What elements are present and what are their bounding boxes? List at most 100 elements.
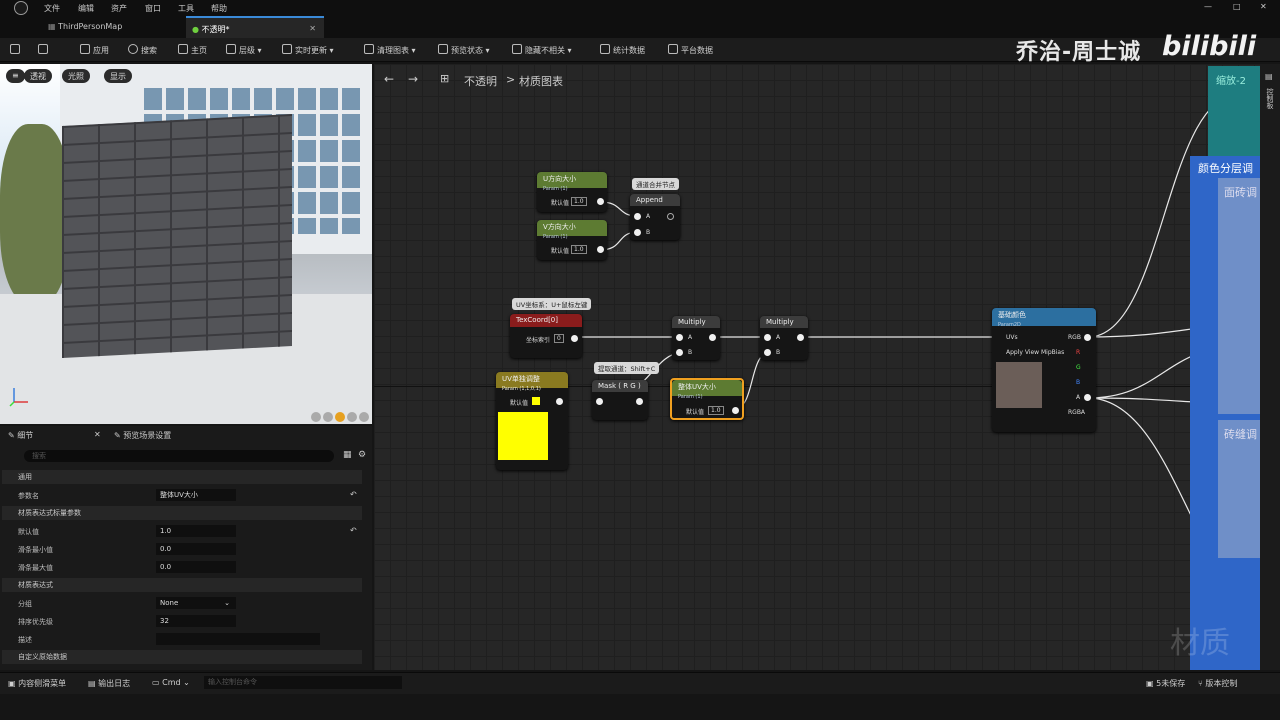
apply-button[interactable]: 应用 xyxy=(80,44,109,56)
clean-graph-button[interactable]: 清理图表 ▾ xyxy=(364,44,416,56)
comment-mask[interactable]: 提取通道：Shift+C xyxy=(594,362,660,374)
details-search-input[interactable]: 搜索 xyxy=(24,450,334,462)
comment-box-face[interactable]: 面砖调 xyxy=(1218,178,1260,414)
stats-button[interactable]: 统计数据 xyxy=(600,44,645,56)
lit-button[interactable]: 光照 xyxy=(62,69,90,83)
category-scalar-param[interactable]: 材质表达式标量参数 xyxy=(2,506,362,520)
viewport-menu-button[interactable]: ≡ xyxy=(6,69,25,83)
console-command-input[interactable]: 输入控制台命令 xyxy=(204,676,402,689)
hide-unrelated-button[interactable]: 隐藏不相关 ▾ xyxy=(512,44,572,56)
show-button[interactable]: 显示 xyxy=(104,69,132,83)
close-details-icon[interactable]: ✕ xyxy=(94,430,101,439)
node-texcoord[interactable]: TexCoord[0] 坐标索引 0 xyxy=(510,314,582,358)
output-pin[interactable] xyxy=(597,198,604,205)
tab-material[interactable]: ● 不透明* ✕ xyxy=(186,16,324,38)
node-overall-uv-scale[interactable]: 整体UV大小 Param (1) 默认值 1.0 xyxy=(670,378,744,420)
preview-state-button[interactable]: 预览状态 ▾ xyxy=(438,44,490,56)
minimize-button[interactable]: — xyxy=(1204,2,1212,11)
comment-title: 面砖调 xyxy=(1224,186,1257,199)
comment-box-color-layer[interactable]: 颜色分层调 面砖调 砖缝调 xyxy=(1190,156,1260,670)
node-value-field[interactable]: 1.0 xyxy=(571,245,587,254)
home-button[interactable]: 主页 xyxy=(178,44,207,56)
tab-third-person-map[interactable]: ▦ ThirdPersonMap xyxy=(48,16,180,38)
platform-stats-button[interactable]: 平台数据 xyxy=(668,44,713,56)
category-custom-data[interactable]: 自定义原始数据 xyxy=(2,650,362,664)
search-icon xyxy=(128,44,138,54)
save-icon[interactable] xyxy=(10,44,23,56)
search-button[interactable]: 搜索 xyxy=(128,44,157,56)
node-multiply-1[interactable]: Multiply A B xyxy=(672,316,720,360)
node-base-color[interactable]: 基础颜色 Param2D UVs Apply View MipBias RGB R… xyxy=(992,308,1096,432)
live-update-label: 实时更新 xyxy=(295,46,327,55)
description-field[interactable] xyxy=(156,633,320,645)
param-name-field[interactable]: 整体UV大小 xyxy=(156,489,236,501)
comment-append[interactable]: 通道合并节点 xyxy=(632,178,679,190)
hierarchy-button[interactable]: 层级 ▾ xyxy=(226,44,262,56)
output-pin[interactable] xyxy=(556,398,563,405)
category-general[interactable]: 通用 xyxy=(2,470,362,484)
output-pin[interactable] xyxy=(797,334,804,341)
close-tab-icon[interactable]: ✕ xyxy=(309,24,316,33)
table-view-icon[interactable]: ▦ xyxy=(343,450,352,460)
input-pin-a[interactable] xyxy=(676,334,683,341)
settings-gear-icon[interactable]: ⚙ xyxy=(358,450,366,460)
pin-label: B xyxy=(646,229,651,236)
output-pin[interactable] xyxy=(571,335,578,342)
menu-file[interactable]: 文件 xyxy=(44,3,60,14)
source-control-button[interactable]: ⑂ 版本控制 xyxy=(1198,678,1237,689)
tab-details[interactable]: ✎ 细节 xyxy=(8,430,33,441)
menu-window[interactable]: 窗口 xyxy=(145,3,161,14)
unsaved-button[interactable]: ▣ 5未保存 xyxy=(1146,678,1185,689)
menu-tools[interactable]: 工具 xyxy=(178,3,194,14)
comment-uv[interactable]: UV坐标系：U+鼠标左键 xyxy=(512,298,592,310)
input-pin[interactable] xyxy=(596,398,603,405)
reset-icon[interactable]: ↶ xyxy=(350,490,357,499)
input-pin-b[interactable] xyxy=(676,349,683,356)
output-pin-rgb[interactable] xyxy=(1084,334,1091,341)
output-pin[interactable] xyxy=(597,246,604,253)
reset-icon[interactable]: ↶ xyxy=(350,526,357,535)
output-pin[interactable] xyxy=(636,398,643,405)
output-log-button[interactable]: ▤ 输出日志 xyxy=(88,678,130,689)
input-pin-a[interactable] xyxy=(634,213,641,220)
output-pin-a[interactable] xyxy=(1084,394,1091,401)
color-swatch[interactable] xyxy=(532,397,540,405)
sort-priority-field[interactable]: 32 xyxy=(156,615,236,627)
menu-help[interactable]: 帮助 xyxy=(211,3,227,14)
live-update-button[interactable]: 实时更新 ▾ xyxy=(282,44,334,56)
palette-strip[interactable]: ▤ 控制板 xyxy=(1260,64,1280,670)
node-value-field[interactable]: 1.0 xyxy=(571,197,587,206)
output-pin[interactable] xyxy=(667,213,674,220)
unreal-logo-icon[interactable] xyxy=(14,1,28,15)
tab-preview-settings[interactable]: ✎ 预览场景设置 xyxy=(114,430,171,441)
node-uv-bias[interactable]: UV单独调整 Param (1,1,0,1) 默认值 xyxy=(496,372,568,470)
input-pin-b[interactable] xyxy=(764,349,771,356)
node-u-size[interactable]: U方向大小 Param (1) 默认值 1.0 xyxy=(537,172,607,212)
category-expression[interactable]: 材质表达式 xyxy=(2,578,362,592)
comment-box-brick[interactable]: 砖缝调 xyxy=(1218,420,1260,558)
perspective-button[interactable]: 透视 xyxy=(24,69,52,83)
node-mask[interactable]: Mask ( R G ) xyxy=(592,380,648,420)
comment-box-scale[interactable]: 缩放-2 xyxy=(1208,66,1260,156)
node-value-field[interactable]: 0 xyxy=(554,334,564,343)
close-window-button[interactable]: ✕ xyxy=(1260,2,1267,11)
slider-min-field[interactable]: 0.0 xyxy=(156,543,236,555)
output-pin[interactable] xyxy=(709,334,716,341)
content-drawer-button[interactable]: ▣ 内容侧滑菜单 xyxy=(8,678,66,689)
maximize-button[interactable]: □ xyxy=(1233,2,1241,11)
node-v-size[interactable]: V方向大小 Param (1) 默认值 1.0 xyxy=(537,220,607,260)
node-multiply-2[interactable]: Multiply A B xyxy=(760,316,808,360)
input-pin-b[interactable] xyxy=(634,229,641,236)
node-value-field[interactable]: 1.0 xyxy=(708,406,724,415)
output-pin[interactable] xyxy=(732,407,739,414)
slider-max-field[interactable]: 0.0 xyxy=(156,561,236,573)
input-pin-a[interactable] xyxy=(764,334,771,341)
group-dropdown[interactable]: None ⌄ xyxy=(156,597,236,609)
cmd-dropdown[interactable]: ▭ Cmd ⌄ xyxy=(152,678,190,687)
node-append[interactable]: Append A B xyxy=(630,194,680,240)
preview-shape-buttons[interactable] xyxy=(310,411,372,423)
menu-edit[interactable]: 编辑 xyxy=(78,3,94,14)
menu-asset[interactable]: 资产 xyxy=(111,3,127,14)
browse-icon[interactable] xyxy=(38,44,51,56)
default-value-field[interactable]: 1.0 xyxy=(156,525,236,537)
